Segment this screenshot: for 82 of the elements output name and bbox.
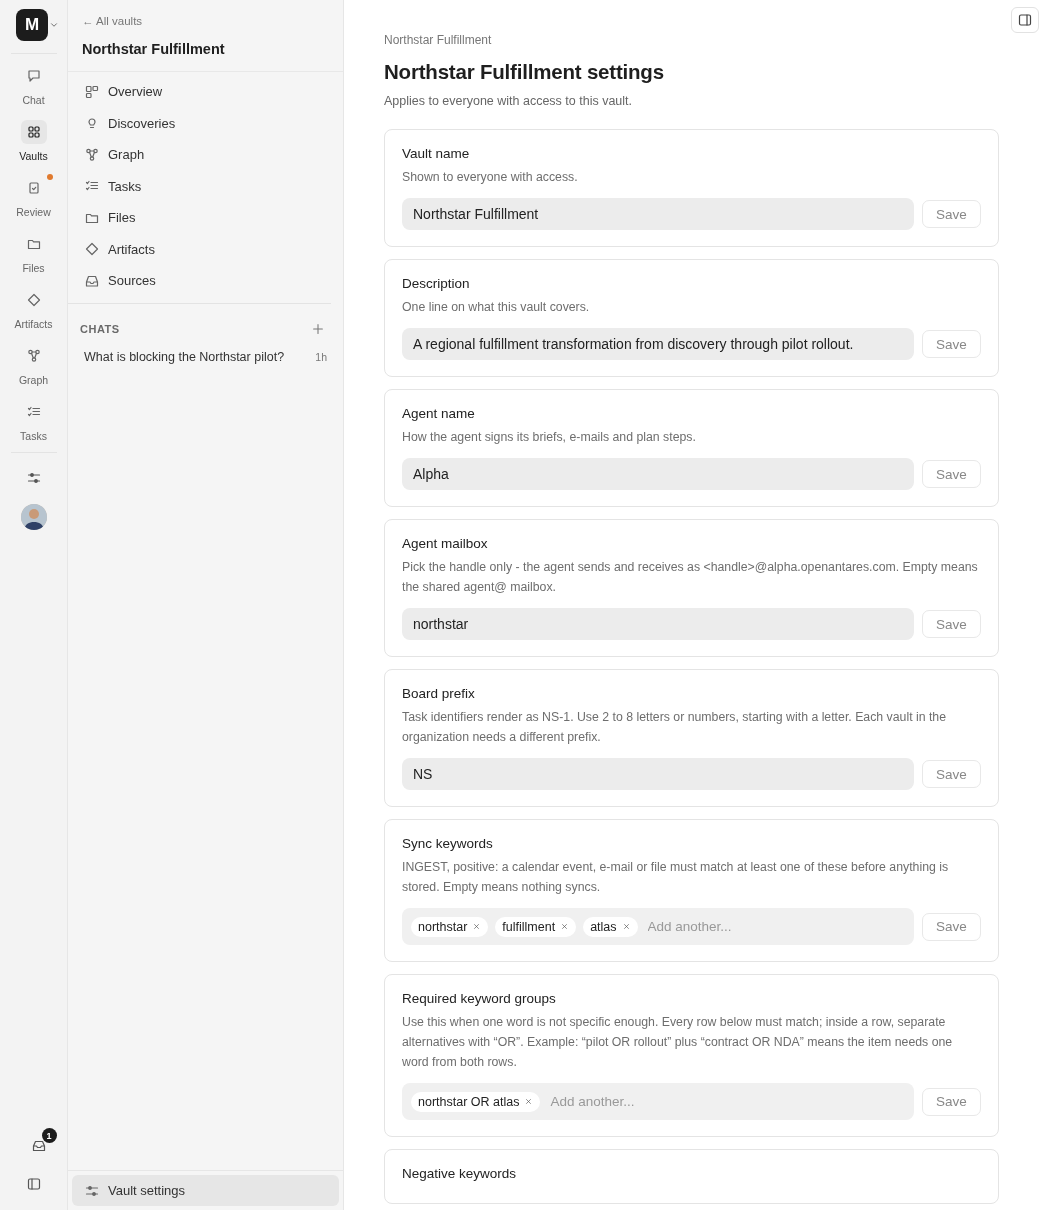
rail-item[interactable]: Graph: [1, 340, 66, 396]
save-button[interactable]: Save: [922, 610, 981, 638]
chevron-down-icon: [49, 20, 59, 30]
diamond-icon: [84, 241, 100, 258]
plus-icon: [311, 321, 325, 336]
card-title: Required keyword groups: [402, 991, 557, 1006]
card-title: Negative keywords: [402, 1166, 518, 1181]
text-field[interactable]: northstar: [402, 608, 914, 640]
nav-item[interactable]: Tasks: [80, 170, 319, 202]
card-title: Sync keywords: [402, 836, 494, 851]
graph-nodes-icon: [25, 348, 42, 364]
remove-icon: [621, 922, 631, 931]
add-keyword-input[interactable]: Add another...: [644, 919, 905, 934]
text-field[interactable]: Alpha: [402, 458, 914, 490]
keyword-field[interactable]: northstar fulfillment atlas Add another...: [402, 908, 914, 945]
graph-nodes-icon: [84, 146, 100, 163]
panel-toggle-button[interactable]: [1011, 7, 1039, 33]
rail-item[interactable]: Chat: [1, 60, 66, 116]
save-button[interactable]: Save: [922, 200, 981, 228]
sidebar-toggle-button[interactable]: [25, 1176, 42, 1192]
remove-icon: [560, 922, 570, 931]
text-field[interactable]: NS: [402, 758, 914, 790]
nav-item[interactable]: Graph: [80, 139, 319, 171]
card-description: INGEST, positive: a calendar event, e-mail or file must match at least one of these before anything is stored. Empty means nothing syncs.: [402, 859, 950, 896]
vault-settings-item[interactable]: Vault settings: [72, 1175, 339, 1206]
sidebar-toggle-icon: [25, 1176, 42, 1192]
keyword-chip[interactable]: northstar: [411, 916, 489, 937]
back-link[interactable]: ← All vaults: [82, 15, 143, 27]
card-title: Agent name: [402, 406, 476, 421]
chat-title[interactable]: What is blocking the Northstar pilot?: [84, 349, 285, 364]
chat-age: 1h: [315, 350, 327, 363]
rail-item[interactable]: Tasks: [1, 396, 66, 452]
save-button[interactable]: Save: [922, 460, 981, 488]
keyword-chip[interactable]: atlas: [583, 916, 638, 937]
card-description: How the agent signs its briefs, e-mails and plan steps.: [402, 429, 697, 446]
keyword-chip[interactable]: fulfillment: [495, 916, 577, 937]
card-description: Task identifiers render as NS-1. Use 2 to 8 letters or numbers, starting with a letter. Each vault in the organization needs a different prefix.: [402, 709, 948, 746]
rail-item[interactable]: Vaults: [1, 116, 66, 172]
nav-item[interactable]: Discoveries: [80, 107, 319, 139]
chat-bubble-icon: [25, 68, 42, 84]
card-title: Vault name: [402, 146, 471, 161]
breadcrumb: Northstar Fulfillment: [384, 33, 493, 47]
user-avatar[interactable]: [20, 504, 47, 530]
add-keyword-input[interactable]: Add another...: [547, 1094, 905, 1109]
card-title: Agent mailbox: [402, 536, 489, 551]
dashboard-icon: [84, 83, 100, 100]
keyword-chip[interactable]: northstar OR atlas: [411, 1091, 541, 1112]
nav-item[interactable]: Sources: [80, 265, 319, 297]
vault-title: Northstar Fulfillment: [82, 41, 226, 57]
keyword-field[interactable]: northstar OR atlas Add another...: [402, 1083, 914, 1120]
nav-item[interactable]: Files: [80, 202, 319, 234]
workspace-logo[interactable]: M: [16, 9, 48, 41]
remove-icon: [472, 922, 482, 931]
panel-toggle-icon: [1017, 12, 1033, 28]
nav-item[interactable]: Artifacts: [80, 233, 319, 265]
diamond-icon: [25, 292, 42, 308]
remove-icon: [524, 1097, 534, 1106]
card-description: Pick the handle only - the agent sends and receives as <handle>@alpha.openantares.com. Empty means the shared agent@ mailbox.: [402, 559, 979, 596]
rail-item[interactable]: Review: [1, 172, 66, 228]
page-subtitle: Applies to everyone with access to this vault.: [384, 94, 634, 108]
card-title: Description: [402, 276, 471, 291]
card-description: Use this when one word is not specific enough. Every row below must match; inside a row, separate alternatives with “OR”. Example: “pilot OR rollout” plus “contract OR NDA” means the item needs one word from both rows.: [402, 1014, 954, 1071]
save-button[interactable]: Save: [922, 760, 981, 788]
count-badge: 1: [41, 1128, 57, 1143]
inbox-icon: [30, 1138, 47, 1154]
rail-item[interactable]: Artifacts: [1, 284, 66, 340]
save-button[interactable]: Save: [922, 912, 981, 941]
text-field[interactable]: Northstar Fulfillment: [402, 198, 914, 230]
settings-sliders-button[interactable]: [25, 470, 42, 486]
save-button[interactable]: Save: [922, 330, 981, 358]
card-description: One line on what this vault covers.: [402, 299, 591, 316]
sliders-icon: [25, 470, 42, 486]
page-title: Northstar Fulfillment settings: [384, 60, 665, 84]
text-field[interactable]: A regional fulfillment transformation from discovery through pilot rollout.: [402, 328, 914, 360]
grid-icon: [25, 124, 42, 140]
inbox-button[interactable]: 1: [20, 1128, 57, 1154]
nav-item[interactable]: Overview: [80, 76, 319, 108]
rail-item[interactable]: Files: [1, 228, 66, 284]
card-title: Board prefix: [402, 686, 476, 701]
card-description: Shown to everyone with access.: [402, 169, 579, 186]
section-heading: CHATS: [80, 322, 120, 335]
save-button[interactable]: Save: [922, 1087, 981, 1116]
